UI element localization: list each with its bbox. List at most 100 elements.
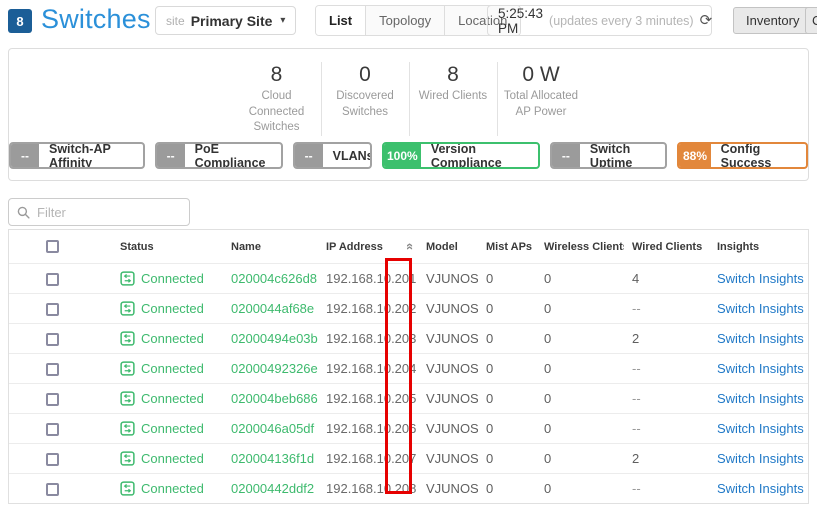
col-header-model[interactable]: Model [418,241,478,253]
switch-insights-link[interactable]: Switch Insights [717,481,804,496]
col-header-name[interactable]: Name [223,241,318,253]
wired-clients: -- [624,301,709,316]
wireless-clients: 0 [536,451,624,466]
table-row[interactable]: Connected 02000442ddf2 192.168.10.208 VJ… [9,473,808,503]
switch-status-icon [120,451,135,466]
badge-switch-uptime[interactable]: -- Switch Uptime [550,142,667,169]
select-all-checkbox[interactable] [46,240,59,253]
model: VJUNOS [418,421,478,436]
status-text: Connected [141,271,204,286]
table-row[interactable]: Connected 020004c626d8 192.168.10.201 VJ… [9,263,808,293]
tab-topology[interactable]: Topology [366,6,445,35]
update-interval-note: (updates every 3 minutes) [549,14,694,28]
row-checkbox[interactable] [46,303,59,316]
switch-name-link[interactable]: 020004beb686 [223,391,318,406]
badge-config-success[interactable]: 88% Config Success [677,142,808,169]
stat-value: 0 W [502,62,581,87]
switch-name-link[interactable]: 020004c626d8 [223,271,318,286]
claim-button[interactable]: C [805,7,817,34]
badge-value: -- [552,144,580,167]
sort-ascending-icon[interactable]: « [404,243,417,250]
badge-value: 88% [679,144,710,167]
col-header-ip-label: IP Address [326,241,383,253]
col-header-insights[interactable]: Insights [709,241,808,253]
row-checkbox[interactable] [46,423,59,436]
row-checkbox[interactable] [46,453,59,466]
switch-name-link[interactable]: 0200046a05df [223,421,318,436]
stat-value: 8 [414,62,493,87]
switch-count-badge: 8 [8,9,32,33]
row-checkbox[interactable] [46,273,59,286]
stats-row: 8 Cloud Connected Switches 0 Discovered … [9,62,808,136]
table-row[interactable]: Connected 020004beb686 192.168.10.205 VJ… [9,383,808,413]
refresh-icon[interactable]: ⟳ [700,13,713,28]
mist-aps: 0 [478,421,536,436]
model: VJUNOS [418,331,478,346]
ip-address: 192.168.10.206 [318,421,418,436]
search-icon [17,206,30,219]
table-row[interactable]: Connected 020004136f1d 192.168.10.207 VJ… [9,443,808,473]
site-selector-value: Primary Site [191,13,273,29]
mist-aps: 0 [478,271,536,286]
switch-insights-link[interactable]: Switch Insights [717,421,804,436]
row-checkbox[interactable] [46,333,59,346]
switch-name-link[interactable]: 02000494e03b [223,331,318,346]
row-checkbox[interactable] [46,483,59,496]
wireless-clients: 0 [536,391,624,406]
badge-poe-compliance[interactable]: -- PoE Compliance [155,142,283,169]
wired-clients: 2 [624,451,709,466]
wired-clients: 4 [624,271,709,286]
switch-insights-link[interactable]: Switch Insights [717,271,804,286]
ip-address: 192.168.10.201 [318,271,418,286]
mist-aps: 0 [478,301,536,316]
wired-clients: -- [624,421,709,436]
badge-version-compliance[interactable]: 100% Version Compliance [382,142,540,169]
site-selector[interactable]: site Primary Site ▾ [155,6,296,35]
stat-value: 0 [326,62,405,87]
table-row[interactable]: Connected 02000494e03b 192.168.10.203 VJ… [9,323,808,353]
stat-cloud-connected: 8 Cloud Connected Switches [233,62,321,136]
model: VJUNOS [418,301,478,316]
table-row[interactable]: Connected 02000492326e 192.168.10.204 VJ… [9,353,808,383]
ip-address: 192.168.10.202 [318,301,418,316]
status-text: Connected [141,391,204,406]
stat-label: Wired Clients [414,89,493,105]
col-header-wireless-clients[interactable]: Wireless Clients [536,241,624,253]
row-checkbox[interactable] [46,393,59,406]
model: VJUNOS [418,481,478,496]
switch-name-link[interactable]: 0200044af68e [223,301,318,316]
switch-name-link[interactable]: 02000442ddf2 [223,481,318,496]
badge-label: VLANs [323,144,372,167]
badge-value: -- [295,144,323,167]
col-header-mist-aps[interactable]: Mist APs [478,241,536,253]
summary-card: 8 Cloud Connected Switches 0 Discovered … [8,48,809,181]
mist-aps: 0 [478,331,536,346]
table-row[interactable]: Connected 0200044af68e 192.168.10.202 VJ… [9,293,808,323]
refresh-status-box: 5:25:43 PM (updates every 3 minutes) ⟳ [487,5,712,36]
tab-list[interactable]: List [316,6,366,35]
switch-insights-link[interactable]: Switch Insights [717,451,804,466]
switch-insights-link[interactable]: Switch Insights [717,391,804,406]
chevron-down-icon: ▾ [280,15,285,26]
col-header-status[interactable]: Status [112,241,223,253]
badge-switch-ap-affinity[interactable]: -- Switch-AP Affinity [9,142,145,169]
col-header-wired-clients[interactable]: Wired Clients [624,241,709,253]
switch-name-link[interactable]: 020004136f1d [223,451,318,466]
stat-label: Discovered Switches [326,89,405,120]
badge-vlans[interactable]: -- VLANs [293,142,372,169]
status-text: Connected [141,331,204,346]
ip-address: 192.168.10.208 [318,481,418,496]
table-row[interactable]: Connected 0200046a05df 192.168.10.206 VJ… [9,413,808,443]
switch-insights-link[interactable]: Switch Insights [717,331,804,346]
filter-input[interactable] [37,205,181,220]
ip-address: 192.168.10.205 [318,391,418,406]
status-text: Connected [141,361,204,376]
switch-insights-link[interactable]: Switch Insights [717,301,804,316]
col-header-ip[interactable]: IP Address « [318,240,418,253]
inventory-button[interactable]: Inventory [733,7,812,34]
row-checkbox[interactable] [46,363,59,376]
switch-insights-link[interactable]: Switch Insights [717,361,804,376]
compliance-badges-row: -- Switch-AP Affinity -- PoE Compliance … [9,142,808,169]
switch-table: Status Name IP Address « Model Mist APs … [8,229,809,504]
switch-name-link[interactable]: 02000492326e [223,361,318,376]
